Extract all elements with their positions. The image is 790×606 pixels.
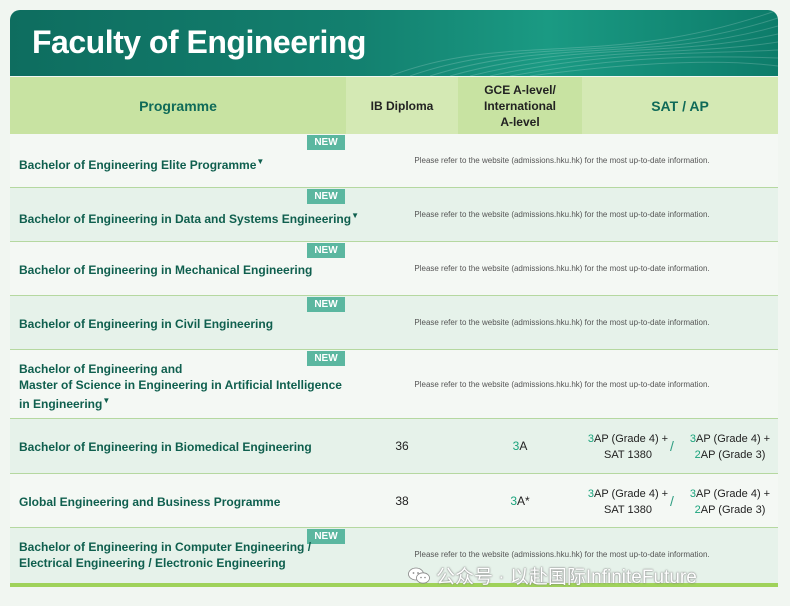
page-header: Faculty of Engineering	[10, 10, 778, 76]
info-note: Please refer to the website (admissions.…	[414, 318, 710, 327]
sat-option-2: 3AP (Grade 4) + 2AP (Grade 3)	[682, 431, 778, 463]
sat2-line2: AP (Grade 3)	[700, 449, 766, 461]
sat2-line1: AP (Grade 4) +	[696, 488, 771, 500]
sat-option-1: 3AP (Grade 4) + SAT 1380	[576, 486, 680, 518]
sat2-line1: AP (Grade 4) +	[696, 433, 771, 445]
gce-grade: A*	[517, 494, 530, 508]
info-note: Please refer to the website (admissions.…	[414, 156, 710, 165]
info-note: Please refer to the website (admissions.…	[414, 380, 710, 389]
programme-name[interactable]: Bachelor of Engineering Elite Programme▼	[19, 154, 264, 173]
table-header: Programme IB Diploma GCE A-level/ Intern…	[10, 77, 778, 134]
programme-name[interactable]: Bachelor of Engineering in Mechanical En…	[19, 262, 312, 278]
programme-name-line1: Bachelor of Engineering and	[19, 362, 183, 376]
sat-option-2: 3AP (Grade 4) + 2AP (Grade 3)	[682, 486, 778, 518]
new-badge: NEW	[307, 297, 345, 312]
new-badge: NEW	[307, 243, 345, 258]
programme-name[interactable]: Bachelor of Engineering in Civil Enginee…	[19, 316, 273, 332]
column-header-ib: IB Diploma	[346, 77, 458, 134]
wechat-icon	[408, 567, 430, 584]
info-note: Please refer to the website (admissions.…	[414, 210, 710, 219]
programme-name-line3: in Engineering	[19, 397, 103, 411]
programme-name-text: Bachelor of Engineering Elite Programme	[19, 158, 257, 172]
programme-name-text: Bachelor of Engineering in Data and Syst…	[19, 212, 352, 226]
programme-name[interactable]: Global Engineering and Business Programm…	[19, 494, 280, 510]
option-separator: /	[670, 493, 674, 509]
column-header-gce: GCE A-level/ International A-level	[458, 77, 582, 134]
info-note: Please refer to the website (admissions.…	[414, 264, 710, 273]
table-row: NEW Bachelor of Engineering Elite Progra…	[10, 134, 778, 188]
gce-header-line3: A-level	[500, 114, 540, 129]
option-separator: /	[670, 438, 674, 454]
table-row: Bachelor of Engineering in Biomedical En…	[10, 419, 778, 474]
info-note: Please refer to the website (admissions.…	[414, 550, 710, 559]
ib-score: 36	[395, 439, 409, 453]
table-row: NEW Bachelor of Engineering in Mechanica…	[10, 242, 778, 296]
watermark: 公众号 · 以赴国际InfiniteFuture	[408, 562, 697, 589]
watermark-text: 公众号 · 以赴国际InfiniteFuture	[436, 567, 697, 588]
sat1-line1: AP (Grade 4) +	[594, 488, 669, 500]
gce-count: 3	[510, 494, 517, 508]
table-row: NEW Bachelor of Engineering and Master o…	[10, 350, 778, 419]
gce-grade: A	[519, 439, 528, 453]
gce-requirement: 3A*	[468, 494, 572, 508]
programme-name[interactable]: Bachelor of Engineering in Computer Engi…	[19, 539, 311, 571]
sat2-line2: AP (Grade 3)	[700, 504, 766, 516]
page-title: Faculty of Engineering	[32, 24, 366, 60]
new-badge: NEW	[307, 135, 345, 150]
programme-marker: ▼	[102, 396, 111, 405]
new-badge: NEW	[307, 529, 345, 544]
sat1-line1: AP (Grade 4) +	[594, 433, 669, 445]
gce-header-line2: International	[483, 98, 556, 113]
sat1-line2: SAT 1380	[604, 504, 652, 516]
table-row: NEW Bachelor of Engineering in Data and …	[10, 188, 778, 242]
gce-header-line1: GCE A-level/	[484, 82, 556, 97]
gce-requirement: 3A	[468, 439, 572, 453]
ib-score: 38	[395, 494, 409, 508]
programme-name[interactable]: Bachelor of Engineering and Master of Sc…	[19, 361, 342, 412]
programme-name[interactable]: Bachelor of Engineering in Biomedical En…	[19, 439, 312, 455]
programme-marker: ▼	[256, 157, 265, 166]
table-row: NEW Bachelor of Engineering in Civil Eng…	[10, 296, 778, 350]
table-row: Global Engineering and Business Programm…	[10, 474, 778, 528]
programme-name-line2: Electrical Engineering / Electronic Engi…	[19, 556, 286, 570]
column-header-sat: SAT / AP	[582, 77, 778, 134]
programme-name-line1: Bachelor of Engineering in Computer Engi…	[19, 540, 312, 554]
column-header-programme: Programme	[10, 77, 346, 134]
new-badge: NEW	[307, 189, 345, 204]
programme-name-line2: Master of Science in Engineering in Arti…	[19, 378, 342, 392]
programme-name[interactable]: Bachelor of Engineering in Data and Syst…	[19, 208, 359, 227]
sat-option-1: 3AP (Grade 4) + SAT 1380	[576, 431, 680, 463]
sat1-line2: SAT 1380	[604, 449, 652, 461]
